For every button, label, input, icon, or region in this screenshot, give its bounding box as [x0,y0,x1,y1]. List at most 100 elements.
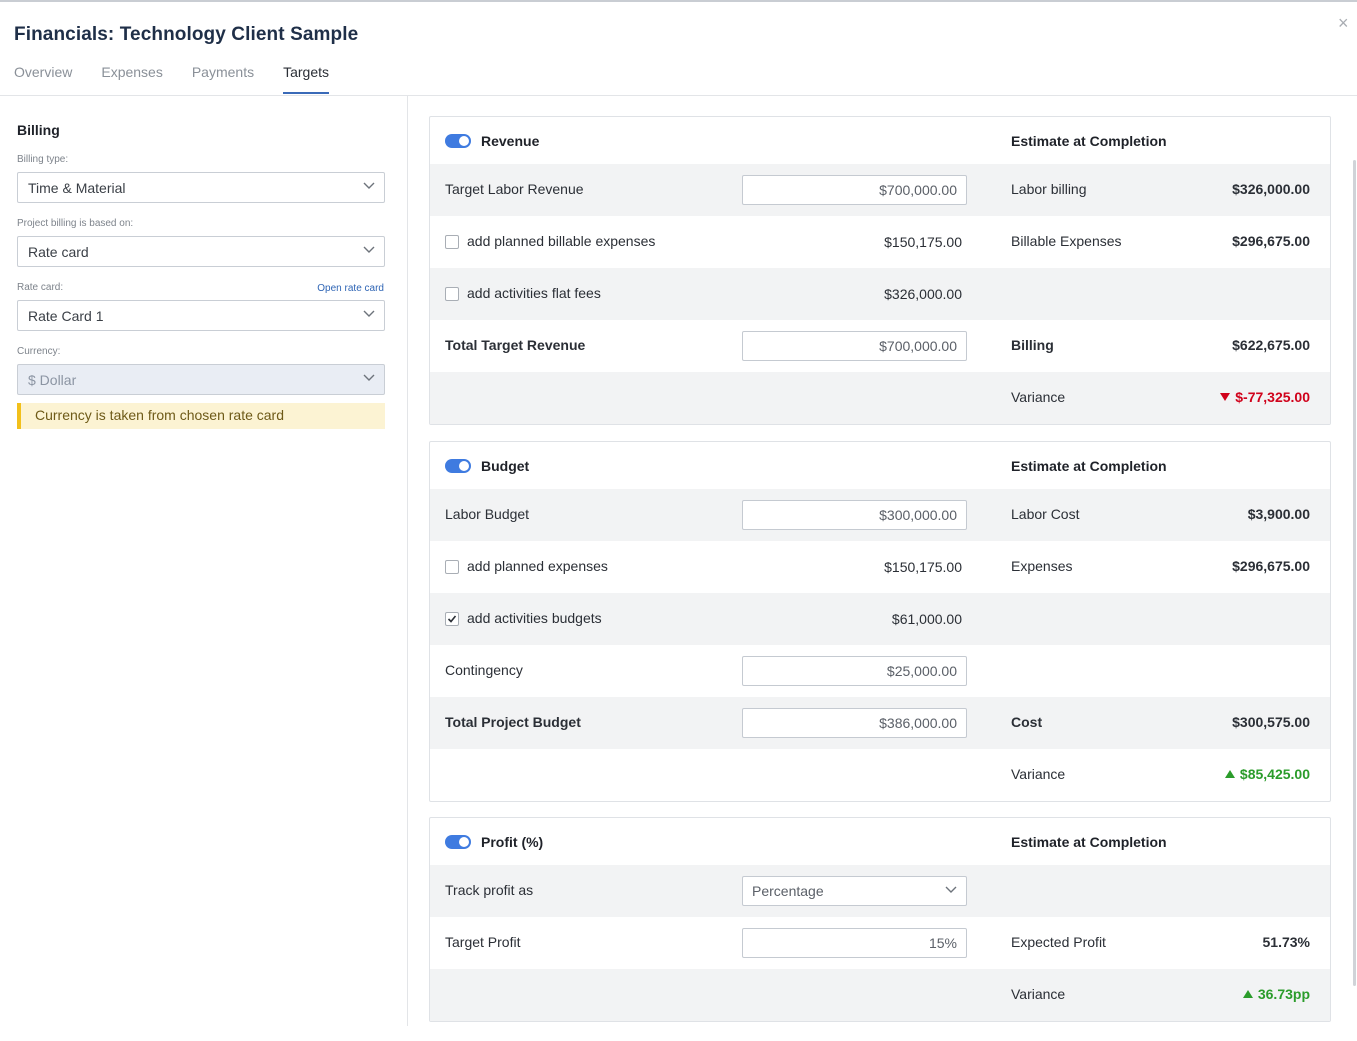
tab-payments[interactable]: Payments [192,64,254,94]
billing-type-value: Time & Material [28,180,126,196]
labor-billing-value: $326,000.00 [1232,181,1310,197]
dialog-header: Financials: Technology Client Sample × O… [0,2,1357,96]
revenue-header: Revenue Estimate at Completion [430,117,1330,164]
close-icon[interactable]: × [1338,14,1349,32]
revenue-card: Revenue Estimate at Completion Target La… [429,116,1331,425]
currency-notice: Currency is taken from chosen rate card [17,403,385,429]
revenue-toggle[interactable] [445,134,471,148]
revenue-variance-row: Variance $-77,325.00 [430,372,1330,424]
target-profit-row: Target Profit 15% Expected Profit 51.73% [430,917,1330,969]
activities-budgets-value: $61,000.00 [891,611,962,627]
tab-bar: Overview Expenses Payments Targets [14,64,358,94]
revenue-variance-amount: $-77,325.00 [1235,389,1310,405]
rate-card-value: Rate Card 1 [28,308,104,324]
budget-card: Budget Estimate at Completion Labor Budg… [429,441,1331,802]
target-labor-revenue-row: Target Labor Revenue $700,000.00 Labor b… [430,164,1330,216]
dialog-title: Financials: Technology Client Sample [14,24,359,45]
chevron-down-icon [363,310,375,317]
profit-variance-value: 36.73pp [1242,986,1310,1002]
labor-cost-label: Labor Cost [1011,506,1080,522]
labor-budget-row: Labor Budget $300,000.00 Labor Cost $3,9… [430,489,1330,541]
profit-eac-heading: Estimate at Completion [1011,834,1167,850]
track-profit-label: Track profit as [445,882,534,898]
total-target-revenue-row: Total Target Revenue $700,000.00 Billing… [430,320,1330,372]
revenue-variance-label: Variance [1011,389,1066,405]
planned-expenses-value: $150,175.00 [884,559,962,575]
track-profit-select[interactable]: Percentage [742,876,967,906]
revenue-title: Revenue [481,133,540,149]
budget-variance-value: $85,425.00 [1224,766,1310,782]
budget-toggle[interactable] [445,459,471,473]
chevron-down-icon [363,374,375,381]
track-profit-row: Track profit as Percentage [430,865,1330,917]
expected-profit-label: Expected Profit [1011,934,1106,950]
planned-expenses-label: add planned expenses [467,558,608,574]
profit-title: Profit (%) [481,834,544,850]
billable-expenses-value: $296,675.00 [1232,233,1310,249]
target-profit-label: Target Profit [445,934,521,950]
currency-value: $ Dollar [28,372,77,388]
expenses-label: Expenses [1011,558,1073,574]
budget-variance-amount: $85,425.00 [1239,766,1310,782]
billing-panel: Billing Billing type: Time & Material Pr… [0,96,408,1026]
planned-billable-expenses-checkbox[interactable] [445,235,459,249]
total-target-revenue-label: Total Target Revenue [445,337,586,353]
contingency-input[interactable]: $25,000.00 [742,656,967,686]
labor-billing-label: Labor billing [1011,181,1087,197]
revenue-variance-value: $-77,325.00 [1220,389,1310,405]
total-project-budget-row: Total Project Budget $386,000.00 Cost $3… [430,697,1330,749]
currency-select: $ Dollar [17,364,385,395]
chevron-down-icon [363,246,375,253]
cost-value: $300,575.00 [1232,714,1310,730]
budget-eac-heading: Estimate at Completion [1011,458,1167,474]
open-rate-card-link[interactable]: Open rate card [317,283,384,294]
currency-label: Currency: [17,346,61,357]
checkmark-icon [447,615,457,623]
target-labor-revenue-input[interactable]: $700,000.00 [742,175,967,205]
billing-label: Billing [1011,337,1054,353]
total-project-budget-label: Total Project Budget [445,714,581,730]
activities-budgets-label: add activities budgets [467,610,602,626]
planned-billable-expenses-row: add planned billable expenses $150,175.0… [430,216,1330,268]
rate-card-label: Rate card: [17,282,64,293]
billing-based-on-select[interactable]: Rate card [17,236,385,267]
activities-budgets-checkbox[interactable] [445,612,459,626]
planned-expenses-row: add planned expenses $150,175.00 Expense… [430,541,1330,593]
scrollbar[interactable] [1353,160,1356,986]
profit-toggle[interactable] [445,835,471,849]
activities-flat-fees-label: add activities flat fees [467,285,601,301]
cost-label: Cost [1011,714,1043,730]
profit-variance-amount: 36.73pp [1257,986,1310,1002]
expenses-value: $296,675.00 [1232,558,1310,574]
activities-flat-fees-checkbox[interactable] [445,287,459,301]
labor-budget-input[interactable]: $300,000.00 [742,500,967,530]
revenue-eac-heading: Estimate at Completion [1011,133,1167,149]
contingency-row: Contingency $25,000.00 [430,645,1330,697]
profit-variance-row: Variance 36.73pp [430,969,1330,1021]
planned-expenses-checkbox[interactable] [445,560,459,574]
activities-budgets-row: add activities budgets $61,000.00 [430,593,1330,645]
triangle-up-icon [1242,990,1253,998]
budget-variance-label: Variance [1011,766,1066,782]
profit-header: Profit (%) Estimate at Completion [430,818,1330,865]
rate-card-select[interactable]: Rate Card 1 [17,300,385,331]
planned-billable-expenses-value: $150,175.00 [884,234,962,250]
tab-targets[interactable]: Targets [283,64,330,94]
target-labor-revenue-label: Target Labor Revenue [445,181,584,197]
tab-overview[interactable]: Overview [14,64,72,94]
target-profit-input[interactable]: 15% [742,928,967,958]
billing-type-select[interactable]: Time & Material [17,172,385,203]
triangle-down-icon [1220,393,1231,401]
budget-header: Budget Estimate at Completion [430,442,1330,489]
tab-expenses[interactable]: Expenses [101,64,162,94]
billing-heading: Billing [17,122,60,138]
expected-profit-value: 51.73% [1262,934,1310,950]
labor-budget-label: Labor Budget [445,506,530,522]
labor-cost-value: $3,900.00 [1247,506,1310,522]
chevron-down-icon [945,886,957,893]
billing-value: $622,675.00 [1232,337,1310,353]
total-project-budget-input[interactable]: $386,000.00 [742,708,967,738]
budget-title: Budget [481,458,530,474]
total-target-revenue-input[interactable]: $700,000.00 [742,331,967,361]
profit-card: Profit (%) Estimate at Completion Track … [429,817,1331,1022]
